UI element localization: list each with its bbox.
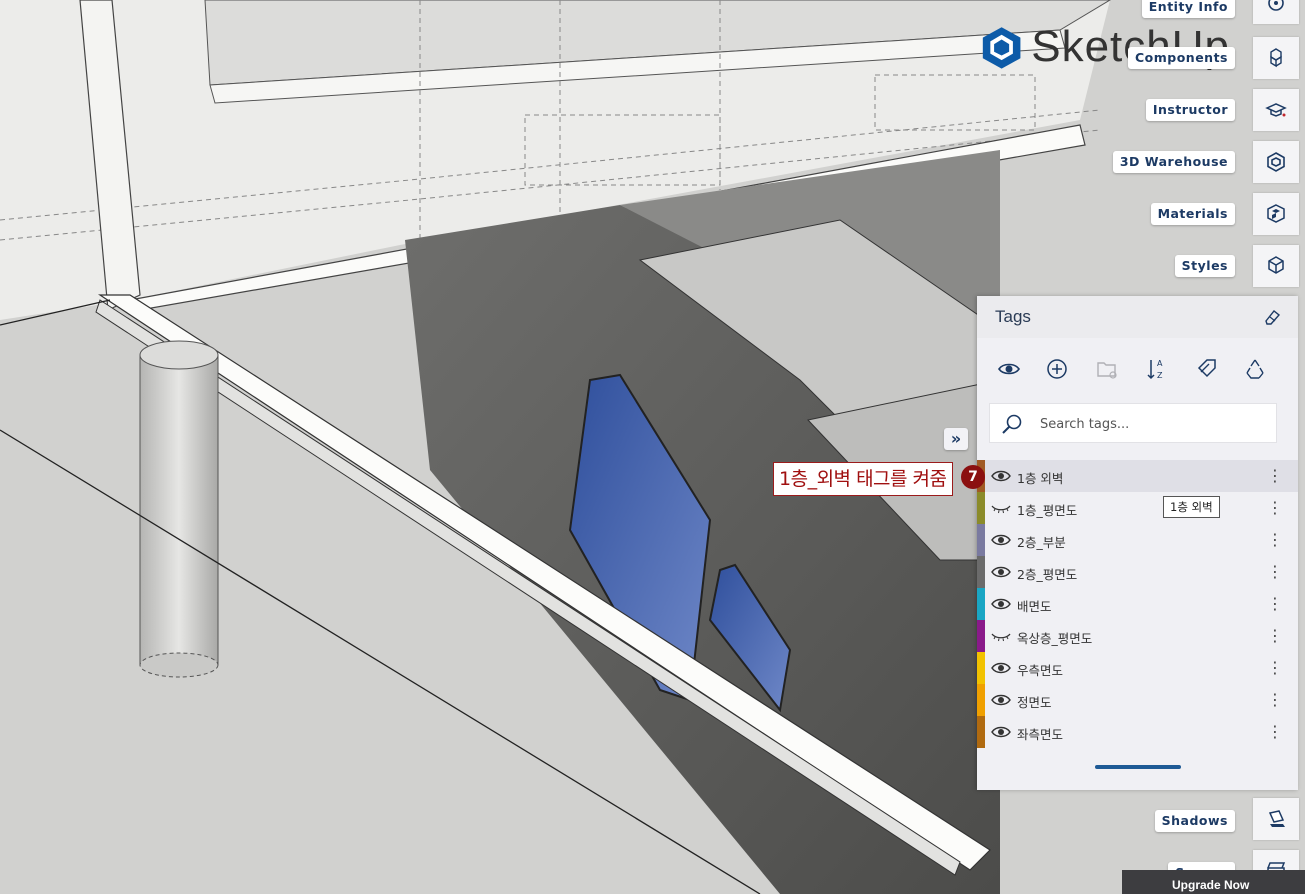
tag-row[interactable]: 2층_부분 ⋮ <box>977 524 1298 556</box>
tag-row[interactable]: 1층_평면도 ⋮ <box>977 492 1298 524</box>
annotation-step-badge: 7 <box>961 465 985 489</box>
eye-icon[interactable] <box>991 564 1011 580</box>
more-options-icon[interactable]: ⋮ <box>1267 498 1283 518</box>
tray-label-components[interactable]: Components <box>1127 47 1235 69</box>
tag-row[interactable]: 2층_평면도 ⋮ <box>977 556 1298 588</box>
tags-toolbar: AZ <box>977 356 1298 386</box>
svg-text:Z: Z <box>1157 371 1163 380</box>
tag-name: 1층 외벽 <box>1017 471 1064 486</box>
shadows-icon <box>1268 810 1285 827</box>
tag-name: 1층_평면도 <box>1017 503 1078 518</box>
more-options-icon[interactable]: ⋮ <box>1267 722 1283 742</box>
tags-panel: Tags AZ 1층 외벽⋮1층_평면도⋮2층_부분⋮2층_평면도⋮배면도⋮옥상… <box>977 296 1298 790</box>
tray-button-styles[interactable] <box>1253 245 1299 287</box>
add-tag-icon[interactable] <box>1044 356 1070 382</box>
more-options-icon[interactable]: ⋮ <box>1267 690 1283 710</box>
add-folder-icon[interactable] <box>1094 356 1120 382</box>
tray-label-styles[interactable]: Styles <box>1174 255 1235 277</box>
tag-color-swatch[interactable] <box>977 716 985 748</box>
more-options-icon[interactable]: ⋮ <box>1267 530 1283 550</box>
tray-label-3d-warehouse[interactable]: 3D Warehouse <box>1112 151 1235 173</box>
search-icon <box>1002 414 1022 434</box>
tray-label-entity-info[interactable]: Entity Info <box>1141 0 1235 18</box>
eye-closed-icon[interactable] <box>991 500 1011 516</box>
tray-label-shadows[interactable]: Shadows <box>1154 810 1235 832</box>
tag-row[interactable]: 우측면도 ⋮ <box>977 652 1298 684</box>
tray-button-entity-info[interactable] <box>1253 0 1299 24</box>
tray-button-instructor[interactable] <box>1253 89 1299 131</box>
tag-row[interactable]: 배면도 ⋮ <box>977 588 1298 620</box>
tray-button-materials[interactable] <box>1253 193 1299 235</box>
more-options-icon[interactable]: ⋮ <box>1267 626 1283 646</box>
panel-header: Tags <box>977 296 1298 338</box>
purge-icon[interactable] <box>1242 356 1268 382</box>
more-options-icon[interactable]: ⋮ <box>1267 562 1283 582</box>
entity-info-icon <box>1268 0 1284 11</box>
tag-tooltip: 1층 외벽 <box>1163 496 1220 518</box>
tag-name: 옥상층_평면도 <box>1017 631 1093 646</box>
sketchup-logo-icon <box>982 27 1021 69</box>
tray-button-components[interactable] <box>1253 37 1299 79</box>
tag-row[interactable]: 옥상층_평면도 ⋮ <box>977 620 1298 652</box>
tray-button-shadows[interactable] <box>1253 798 1299 840</box>
tag-row[interactable]: 1층 외벽 ⋮ <box>977 460 1298 492</box>
panel-title: Tags <box>995 307 1031 326</box>
tag-name: 우측면도 <box>1017 663 1064 678</box>
sort-az-icon[interactable]: AZ <box>1144 356 1170 382</box>
eye-icon[interactable] <box>991 532 1011 548</box>
search-field[interactable] <box>989 403 1277 443</box>
more-options-icon[interactable]: ⋮ <box>1267 658 1283 678</box>
expand-panel-button[interactable]: » <box>944 428 968 450</box>
3d-warehouse-icon <box>1267 152 1285 172</box>
eye-icon[interactable] <box>991 468 1011 484</box>
tag-color-swatch[interactable] <box>977 652 985 684</box>
tag-row[interactable]: 좌측면도 ⋮ <box>977 716 1298 748</box>
tray-label-instructor[interactable]: Instructor <box>1145 99 1235 121</box>
eye-icon[interactable] <box>991 692 1011 708</box>
tag-color-swatch[interactable] <box>977 524 985 556</box>
eye-closed-icon[interactable] <box>991 628 1011 644</box>
more-options-icon[interactable]: ⋮ <box>1267 466 1283 486</box>
search-input[interactable] <box>1038 412 1268 436</box>
svg-text:A: A <box>1157 359 1163 368</box>
tray-button-3d-warehouse[interactable] <box>1253 141 1299 183</box>
tag-name: 좌측면도 <box>1017 727 1064 742</box>
more-options-icon[interactable]: ⋮ <box>1267 594 1283 614</box>
tag-color-swatch[interactable] <box>977 684 985 716</box>
materials-icon <box>1267 204 1285 223</box>
tag-tool-icon[interactable] <box>1194 356 1220 382</box>
tag-row[interactable]: 정면도 ⋮ <box>977 684 1298 716</box>
styles-icon <box>1268 256 1284 274</box>
tag-color-swatch[interactable] <box>977 620 985 652</box>
tag-color-swatch[interactable] <box>977 556 985 588</box>
eye-icon[interactable] <box>991 596 1011 612</box>
tag-name: 2층_부분 <box>1017 535 1066 550</box>
tray-label-materials[interactable]: Materials <box>1150 203 1235 225</box>
scrollbar[interactable] <box>1095 765 1181 769</box>
instructor-icon <box>1265 103 1287 117</box>
tag-color-swatch[interactable] <box>977 588 985 620</box>
eye-icon[interactable] <box>991 660 1011 676</box>
annotation-callout: 1층_외벽 태그를 켜줌 <box>773 462 953 496</box>
eraser-icon[interactable] <box>1262 307 1282 327</box>
eye-icon[interactable] <box>996 356 1022 382</box>
tag-name: 배면도 <box>1017 599 1052 614</box>
upgrade-now-button[interactable]: Upgrade Now <box>1122 870 1305 894</box>
tag-name: 정면도 <box>1017 695 1052 710</box>
eye-icon[interactable] <box>991 724 1011 740</box>
tag-color-swatch[interactable] <box>977 492 985 524</box>
tag-name: 2층_평면도 <box>1017 567 1078 582</box>
components-icon <box>1270 48 1282 68</box>
